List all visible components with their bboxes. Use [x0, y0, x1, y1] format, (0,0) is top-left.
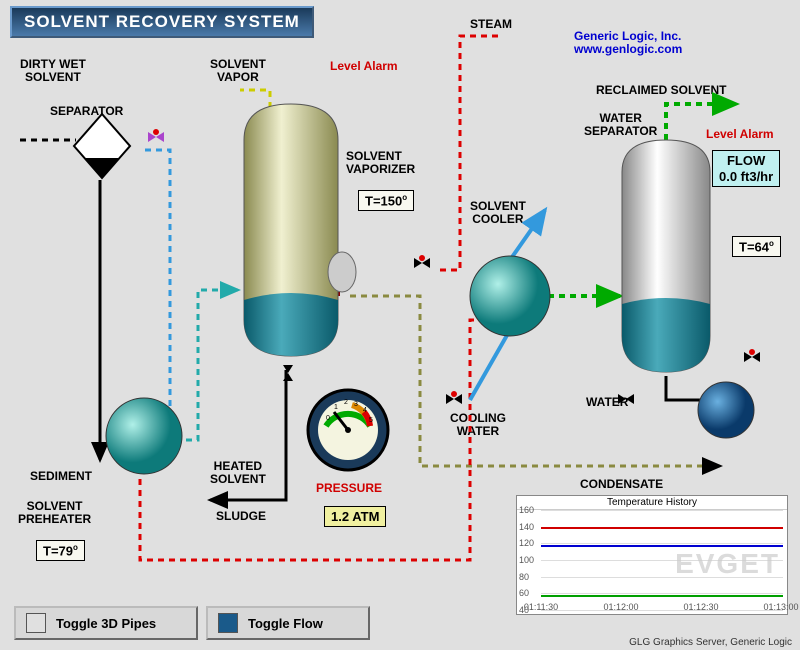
toggle-flow-button[interactable]: Toggle Flow [206, 606, 370, 640]
title-text: SOLVENT RECOVERY SYSTEM [24, 12, 300, 31]
svg-text:2: 2 [344, 399, 348, 406]
square-icon [218, 613, 238, 633]
label-heated-solvent: HEATED SOLVENT [210, 460, 266, 486]
valve-icon [446, 392, 466, 406]
label-solvent-preheater: SOLVENT PREHEATER [18, 500, 91, 526]
label-solvent-cooler: SOLVENT COOLER [470, 200, 526, 226]
valve-icon [414, 256, 434, 270]
label-solvent-vapor: SOLVENT VAPOR [210, 58, 266, 84]
label-level-alarm-2: Level Alarm [706, 128, 774, 141]
valve-icon [744, 350, 764, 364]
value-pressure-atm: 1.2 ATM [324, 506, 386, 527]
button-label: Toggle Flow [248, 616, 323, 631]
footer-text: GLG Graphics Server, Generic Logic [629, 637, 792, 648]
label-sludge: SLUDGE [216, 510, 266, 523]
water-tank-sphere [696, 380, 756, 440]
company-url[interactable]: www.genlogic.com [574, 42, 682, 56]
cooler-sphere [468, 254, 552, 338]
value-separator-temp: T=64o [732, 236, 781, 257]
separator-shape [72, 112, 132, 182]
value-preheater-temp: T=79o [36, 540, 85, 561]
svg-text:0: 0 [326, 415, 330, 422]
label-pressure: PRESSURE [316, 482, 382, 495]
preheater-sphere [104, 396, 184, 476]
square-icon [26, 613, 46, 633]
label-condensate: CONDENSATE [580, 478, 663, 491]
title-banner: SOLVENT RECOVERY SYSTEM [10, 6, 314, 38]
svg-text:5: 5 [369, 417, 373, 424]
label-sediment: SEDIMENT [30, 470, 92, 483]
value-vaporizer-temp: T=150o [358, 190, 414, 211]
label-dirty-wet-solvent: DIRTY WET SOLVENT [20, 58, 86, 84]
valve-icon [281, 365, 295, 385]
flow-label: FLOW [727, 153, 765, 168]
flow-value: 0.0 ft3/hr [719, 169, 773, 184]
label-water-separator: WATER SEPARATOR [584, 112, 657, 138]
value-flow: FLOW 0.0 ft3/hr [712, 150, 780, 187]
label-reclaimed-solvent: RECLAIMED SOLVENT [596, 84, 726, 97]
label-solvent-vaporizer: SOLVENT VAPORIZER [346, 150, 415, 176]
temperature-chart: Temperature History 40608010012014016001… [516, 495, 788, 615]
label-steam: STEAM [470, 18, 512, 31]
svg-text:1: 1 [334, 404, 338, 411]
label-cooling-water: COOLING WATER [450, 412, 506, 438]
water-separator-tank [616, 136, 716, 376]
vaporizer-tank [236, 100, 346, 360]
valve-icon [618, 392, 638, 406]
pressure-gauge: 012345 [306, 388, 390, 472]
valve-icon [148, 130, 168, 144]
button-label: Toggle 3D Pipes [56, 616, 156, 631]
company-name[interactable]: Generic Logic, Inc. [574, 29, 681, 43]
svg-text:4: 4 [363, 407, 367, 414]
label-level-alarm-1: Level Alarm [330, 60, 398, 73]
svg-text:3: 3 [354, 401, 358, 408]
chart-title: Temperature History [517, 496, 787, 510]
toggle-3d-pipes-button[interactable]: Toggle 3D Pipes [14, 606, 198, 640]
